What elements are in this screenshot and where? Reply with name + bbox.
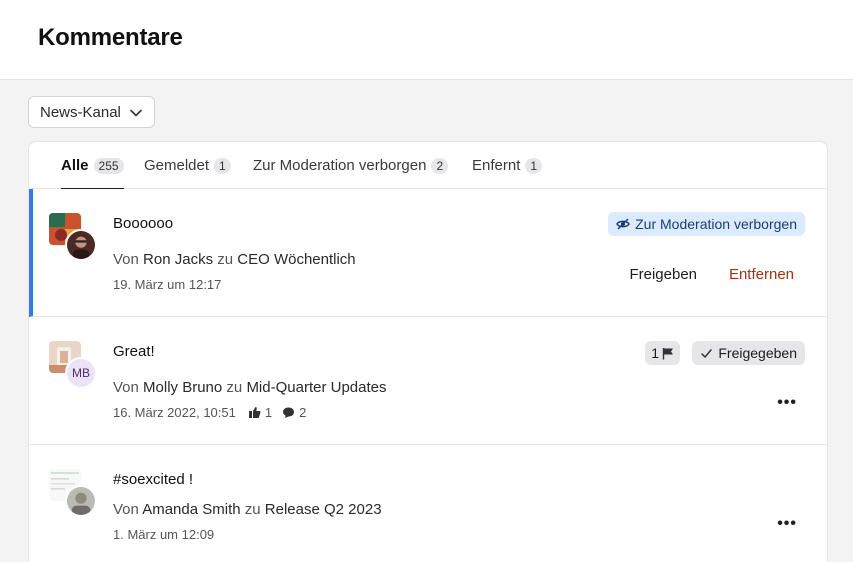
page-header: Kommentare	[0, 0, 853, 80]
comment-row[interactable]: Boooooo Von Ron Jacks zu CEO Wöchentlich…	[29, 189, 827, 317]
tab-removed[interactable]: Enfernt 1	[472, 142, 543, 189]
tab-bar: Alle 255 Gemeldet 1 Zur Moderation verbo…	[29, 142, 827, 190]
tab-reported[interactable]: Gemeldet 1	[144, 142, 231, 189]
comment-avatars	[49, 213, 97, 261]
status-badge-label: Zur Moderation verborgen	[635, 216, 797, 232]
flag-icon	[662, 347, 673, 359]
author-name: Ron Jacks	[143, 251, 214, 268]
channel-name: CEO Wöchentlich	[237, 251, 356, 268]
status-badge-hidden: Zur Moderation verborgen	[608, 212, 805, 236]
user-avatar-initials: MB	[65, 357, 97, 389]
channel-name: Release Q2 2023	[264, 501, 382, 518]
comment-meta: Von Ron Jacks zu CEO Wöchentlich	[113, 251, 356, 268]
tab-count-badge: 255	[93, 157, 124, 174]
comment-text: Boooooo	[113, 215, 174, 232]
page-title: Kommentare	[38, 24, 183, 51]
comment-row[interactable]: #soexcited ! Von Amanda Smith zu Release…	[29, 445, 827, 562]
tab-all[interactable]: Alle 255	[61, 142, 124, 190]
to-label: zu	[217, 251, 234, 268]
user-avatar	[65, 485, 97, 517]
by-label: Von	[113, 501, 139, 518]
reply-count: 2	[299, 405, 307, 420]
comment-avatars: MB	[49, 341, 97, 389]
comment-text: #soexcited !	[113, 471, 194, 488]
tab-count-badge: 1	[525, 157, 543, 174]
comment-date: 19. März um 12:17	[113, 277, 222, 292]
comment-meta: Von Molly Bruno zu Mid-Quarter Updates	[113, 379, 387, 396]
flag-count-badge[interactable]: 1	[645, 341, 680, 365]
like-count: 1	[264, 405, 273, 420]
chevron-down-icon	[130, 109, 142, 117]
tab-count-badge: 2	[431, 157, 449, 174]
check-icon	[701, 348, 713, 358]
comment-date: 16. März 2022, 10:51	[113, 405, 236, 420]
status-badge-approved: Freigegeben	[692, 341, 805, 365]
comment-row[interactable]: MB Great! Von Molly Bruno zu Mid-Quarter…	[29, 317, 827, 445]
channel-name: Mid-Quarter Updates	[246, 379, 387, 396]
more-horizontal-icon[interactable]: •••	[777, 515, 797, 533]
comment-text: Great!	[113, 343, 155, 360]
channel-select[interactable]: News-Kanal	[28, 96, 155, 128]
by-label: Von	[113, 379, 139, 396]
author-name: Molly Bruno	[143, 379, 223, 396]
tab-label: Alle	[61, 157, 89, 174]
comment-date-row: 16. März 2022, 10:51 1 2	[113, 405, 306, 420]
thumbs-up-icon	[248, 407, 261, 418]
to-label: zu	[226, 379, 243, 396]
remove-button[interactable]: Entfernen	[729, 266, 794, 283]
speech-bubble-icon	[283, 407, 295, 418]
tab-count-badge: 1	[214, 157, 231, 174]
tab-label: Enfernt	[472, 157, 521, 174]
comment-date: 1. März um 12:09	[113, 527, 215, 542]
tab-label: Zur Moderation verborgen	[253, 157, 427, 174]
comments-card: Alle 255 Gemeldet 1 Zur Moderation verbo…	[28, 141, 828, 562]
more-horizontal-icon[interactable]: •••	[777, 394, 797, 412]
user-avatar	[65, 229, 97, 261]
tab-hidden-for-moderation[interactable]: Zur Moderation verborgen 2	[253, 142, 449, 189]
eye-off-icon	[616, 218, 630, 230]
by-label: Von	[113, 251, 139, 268]
comment-avatars	[49, 469, 97, 517]
author-name: Amanda Smith	[142, 501, 241, 518]
comment-meta: Von Amanda Smith zu Release Q2 2023	[113, 501, 382, 518]
flag-count: 1	[651, 345, 659, 361]
approve-button[interactable]: Freigeben	[629, 266, 697, 283]
channel-select-value: News-Kanal	[40, 103, 121, 121]
tab-label: Gemeldet	[144, 157, 210, 174]
status-badge-label: Freigegeben	[718, 345, 797, 361]
to-label: zu	[244, 501, 261, 518]
